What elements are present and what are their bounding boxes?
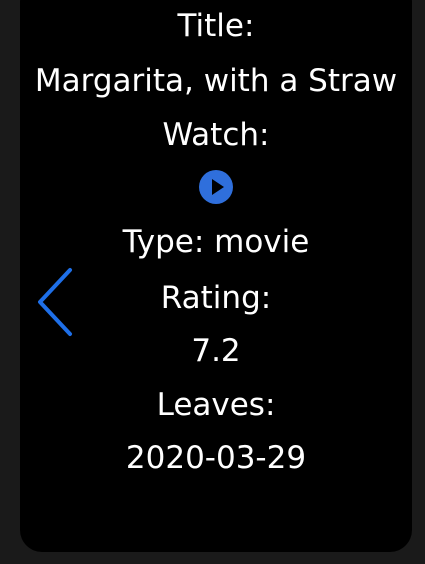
title-label: Title: xyxy=(177,8,255,44)
rating-label: Rating: xyxy=(160,280,272,316)
type-text: Type: movie xyxy=(122,224,310,260)
rating-value: 7.2 xyxy=(191,333,241,369)
title-value: Margarita, with a Straw xyxy=(34,63,398,99)
watch-play-button[interactable] xyxy=(198,169,234,205)
leaves-label: Leaves: xyxy=(156,387,276,423)
back-button[interactable] xyxy=(34,266,78,338)
leaves-value: 2020-03-29 xyxy=(125,440,307,476)
play-circle-icon xyxy=(199,170,233,204)
watch-label: Watch: xyxy=(162,117,270,153)
chevron-left-icon xyxy=(38,268,72,336)
